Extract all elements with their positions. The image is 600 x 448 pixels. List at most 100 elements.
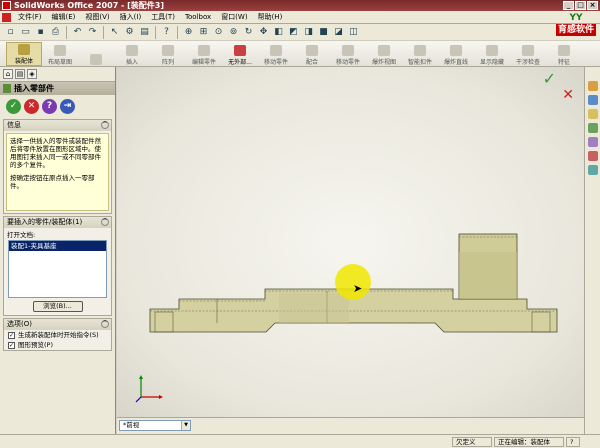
- perspective-icon[interactable]: ◪: [332, 26, 345, 39]
- cm-no-external-button[interactable]: 无外部...: [222, 42, 258, 66]
- collapse-icon[interactable]: ^: [101, 320, 109, 328]
- checkbox-checked-icon[interactable]: ✓: [8, 332, 15, 339]
- confirm-corner-ok-icon[interactable]: ✓: [543, 69, 556, 88]
- fastener-icon: [414, 45, 426, 56]
- configuration-tab-icon[interactable]: ◈: [27, 69, 37, 79]
- no-external-icon: [234, 45, 246, 56]
- graphics-viewport[interactable]: ✓ ✕ ➤: [117, 67, 584, 417]
- standard-toolbar: ▫ ▭ ▪ ⎙ ↶ ↷ ↖ ⚙ ▤ ? ⊕ ⊞ ⊙ ⊚ ↻ ✥ ◧ ◩ ◨ ■ …: [0, 24, 600, 41]
- menu-toolbox[interactable]: Toolbox: [180, 13, 216, 21]
- hide-show-icon[interactable]: ◫: [347, 26, 360, 39]
- cm-layout-sketch-button[interactable]: 布局草图: [42, 42, 78, 66]
- help-icon[interactable]: ?: [160, 26, 173, 39]
- close-button[interactable]: ×: [587, 1, 598, 10]
- insert-component-icon: [126, 45, 138, 56]
- option-graphics-preview[interactable]: ✓ 图形预览(P): [4, 340, 111, 350]
- menu-tools[interactable]: 工具(T): [146, 12, 180, 22]
- cm-mate-button[interactable]: 配合: [294, 42, 330, 66]
- cm-features-button[interactable]: 特征: [546, 42, 582, 66]
- redo-icon[interactable]: ↷: [86, 26, 99, 39]
- menu-file[interactable]: 文件(F): [13, 12, 47, 22]
- browse-button[interactable]: 浏览(B)...: [32, 301, 83, 312]
- shaded-icon[interactable]: ■: [317, 26, 330, 39]
- zoom-fit-icon[interactable]: ⊕: [182, 26, 195, 39]
- cm-explode-button[interactable]: 爆炸视图: [366, 42, 402, 66]
- confirm-corner-cancel-icon[interactable]: ✕: [562, 87, 574, 103]
- menu-insert[interactable]: 插入(I): [115, 12, 147, 22]
- select-icon[interactable]: ↖: [108, 26, 121, 39]
- cm-pattern-button[interactable]: 阵列: [150, 42, 186, 66]
- new-icon[interactable]: ▫: [4, 26, 17, 39]
- save-icon[interactable]: ▪: [34, 26, 47, 39]
- status-help[interactable]: ?: [566, 437, 580, 447]
- open-documents-list[interactable]: 装配1-夹具基座: [8, 240, 107, 298]
- pm-action-buttons: ✓ ✕ ? ⇥: [0, 95, 115, 117]
- cm-move-part-button[interactable]: 移动零件: [330, 42, 366, 66]
- checkbox-checked-icon[interactable]: ✓: [8, 342, 15, 349]
- options-icon[interactable]: ▤: [138, 26, 151, 39]
- menu-edit[interactable]: 编辑(E): [47, 12, 81, 22]
- edit-part-icon: [198, 45, 210, 56]
- pan-icon[interactable]: ✥: [257, 26, 270, 39]
- feature-tree-tab-icon[interactable]: ⌂: [3, 69, 13, 79]
- help-button[interactable]: ?: [42, 98, 57, 114]
- menu-view[interactable]: 视图(V): [80, 12, 114, 22]
- pattern-icon: [162, 45, 174, 56]
- toolbar-separator: [66, 25, 67, 39]
- status-bar: 欠定义 正在编辑：装配体 ?: [0, 434, 600, 448]
- cm-button-2[interactable]: [78, 42, 114, 66]
- home-icon[interactable]: [587, 81, 598, 91]
- parts-group-title[interactable]: 要插入的零件/装配体(1) ^: [4, 217, 111, 228]
- pushpin-button[interactable]: ⇥: [60, 98, 75, 114]
- cm-interference-button[interactable]: 干涉检查: [510, 42, 546, 66]
- restore-button[interactable]: □: [575, 1, 586, 10]
- view-palette-icon[interactable]: [587, 137, 598, 147]
- search-icon[interactable]: [587, 123, 598, 133]
- design-library-icon[interactable]: [587, 95, 598, 105]
- option-start-command[interactable]: ✓ 生成新装配体时开始指令(S): [4, 330, 111, 340]
- rotate-icon[interactable]: ↻: [242, 26, 255, 39]
- interference-icon: [522, 45, 534, 56]
- rebuild-icon[interactable]: ⚙: [123, 26, 136, 39]
- zoom-area-icon[interactable]: ⊞: [197, 26, 210, 39]
- options-group-title[interactable]: 选项(O) ^: [4, 319, 111, 330]
- ok-button[interactable]: ✓: [6, 98, 21, 114]
- status-definition: 欠定义: [452, 437, 492, 447]
- cm-move-component-button[interactable]: 移动零件: [258, 42, 294, 66]
- print-icon[interactable]: ⎙: [49, 26, 62, 39]
- info-group-title[interactable]: 信息 ^: [4, 120, 111, 131]
- file-explorer-icon[interactable]: [587, 109, 598, 119]
- window-controls: _ □ ×: [563, 1, 598, 10]
- chevron-down-icon[interactable]: ▼: [181, 421, 190, 430]
- menu-window[interactable]: 窗口(W): [216, 12, 252, 22]
- minimize-button[interactable]: _: [563, 1, 574, 10]
- property-manager-tab-icon[interactable]: ▤: [15, 69, 25, 79]
- app-menu-icon[interactable]: [2, 12, 11, 22]
- cm-explode-line-button[interactable]: 爆炸直线: [438, 42, 474, 66]
- collapse-icon[interactable]: ^: [101, 121, 109, 129]
- zoom-icon[interactable]: ⊙: [212, 26, 225, 39]
- cancel-button[interactable]: ✕: [24, 98, 39, 114]
- info-group: 信息 ^ 选择一供插入的零件或装配件然后将零件放置在图形区域中。使用图钉来插入同…: [3, 119, 112, 214]
- undo-icon[interactable]: ↶: [71, 26, 84, 39]
- open-icon[interactable]: ▭: [19, 26, 32, 39]
- cm-assembly-button[interactable]: 装配体: [6, 42, 42, 66]
- cm-smart-fastener-button[interactable]: 智能扣件: [402, 42, 438, 66]
- custom-properties-icon[interactable]: [587, 165, 598, 175]
- cm-edit-part-button[interactable]: 编辑零件: [186, 42, 222, 66]
- pm-title: 插入零部件: [14, 84, 54, 93]
- appearances-icon[interactable]: [587, 151, 598, 161]
- view-orientation-select[interactable]: *前视 ▼: [119, 420, 191, 431]
- axis-triad-icon: [135, 375, 163, 403]
- view-orientation-icon[interactable]: ◧: [272, 26, 285, 39]
- collapse-icon[interactable]: ^: [101, 218, 109, 226]
- section-view-icon[interactable]: ◨: [302, 26, 315, 39]
- display-style-icon[interactable]: ◩: [287, 26, 300, 39]
- list-item[interactable]: 装配1-夹具基座: [9, 241, 106, 251]
- menu-help[interactable]: 帮助(H): [253, 12, 288, 22]
- cm-insert-button[interactable]: 插入: [114, 42, 150, 66]
- explode-line-icon: [450, 45, 462, 56]
- cm-show-hide-button[interactable]: 显示隐藏: [474, 42, 510, 66]
- mate-icon: [306, 45, 318, 56]
- zoom-selection-icon[interactable]: ⊚: [227, 26, 240, 39]
